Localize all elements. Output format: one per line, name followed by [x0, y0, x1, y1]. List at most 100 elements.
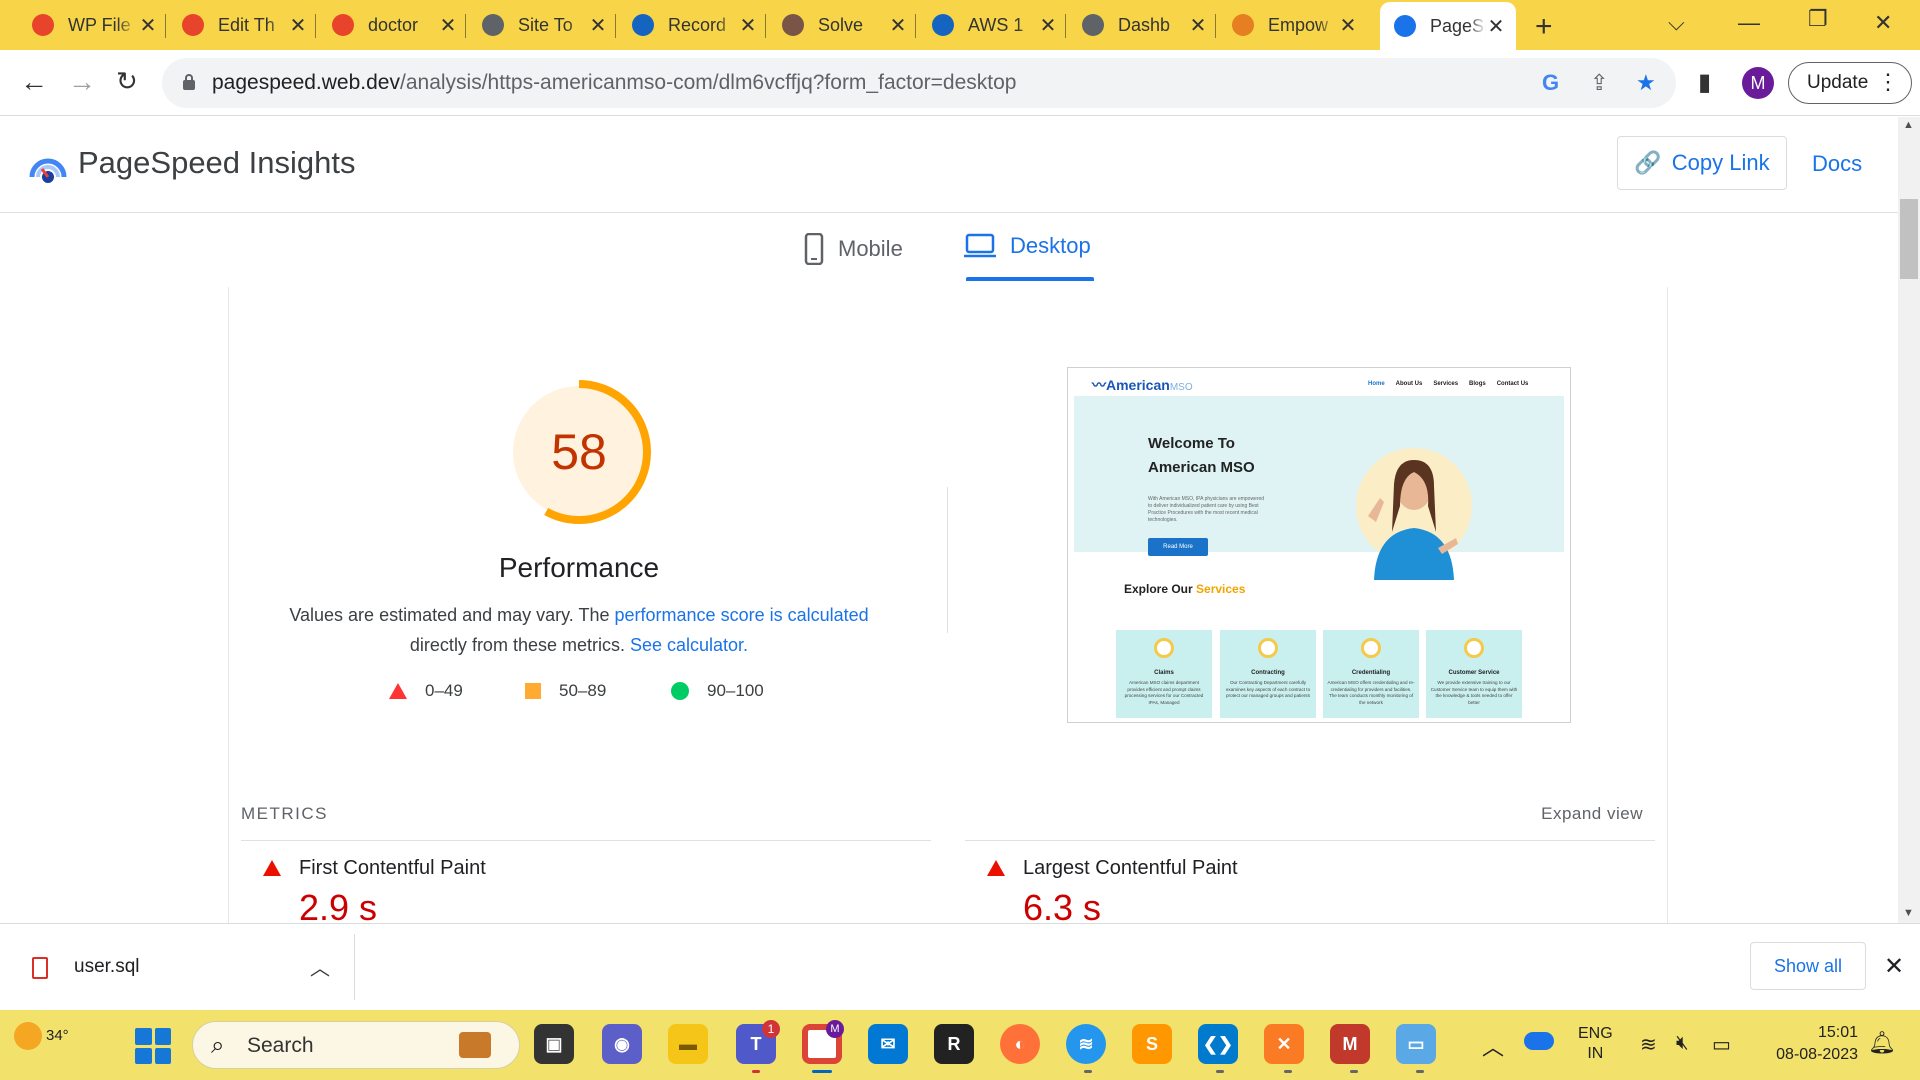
see-calculator-link[interactable]: See calculator.	[630, 635, 748, 655]
weather-widget[interactable]: 34°	[14, 1022, 69, 1050]
tab-close-icon[interactable]: ✕	[1188, 13, 1208, 38]
metric-lcp-name: Largest Contentful Paint	[1023, 857, 1238, 879]
tab-mobile[interactable]: Mobile	[804, 233, 903, 265]
start-button[interactable]	[135, 1028, 171, 1064]
volume-muted-icon[interactable]: 🔇︎	[1676, 1032, 1689, 1055]
tab-close-icon[interactable]: ✕	[1338, 13, 1358, 38]
language-indicator[interactable]: ENG IN	[1578, 1024, 1613, 1064]
scroll-down-arrow-icon[interactable]: ▼	[1903, 907, 1914, 919]
rstudio-icon[interactable]: R	[934, 1024, 974, 1064]
link-icon: 🔗	[1634, 150, 1662, 175]
ss-card-title: Claims	[1154, 670, 1174, 676]
close-download-bar-icon[interactable]: ✕	[1884, 952, 1904, 981]
tab-close-icon[interactable]: ✕	[588, 13, 608, 38]
onedrive-icon[interactable]	[1524, 1032, 1554, 1050]
show-all-button[interactable]: Show all	[1750, 942, 1866, 990]
copy-link-button[interactable]: 🔗 Copy Link	[1617, 136, 1787, 190]
ss-hero: Welcome To American MSO With American MSO…	[1074, 396, 1564, 580]
back-icon[interactable]: ←	[20, 66, 48, 98]
virtual-machine-icon[interactable]: ▭	[1396, 1024, 1436, 1064]
task-view-icon[interactable]: ▣	[534, 1024, 574, 1064]
scroll-up-arrow-icon[interactable]: ▲	[1903, 119, 1914, 131]
forward-icon[interactable]: →	[68, 66, 96, 98]
notification-bell-icon[interactable]: 🔔︎	[1868, 1030, 1896, 1056]
browser-tab[interactable]: doctor ✕	[318, 6, 468, 44]
tab-title: Empow	[1268, 14, 1329, 35]
restore-icon[interactable]: ❐	[1808, 6, 1828, 32]
close-window-icon[interactable]: ✕	[1874, 10, 1892, 36]
xampp-icon[interactable]: ✕	[1264, 1024, 1304, 1064]
sublime-text-icon[interactable]: S	[1132, 1024, 1172, 1064]
page-title: PageSpeed Insights	[78, 145, 356, 180]
tab-title: doctor	[368, 14, 419, 35]
browser-tab[interactable]: Edit Th ✕	[168, 6, 318, 44]
taskbar-search[interactable]: ⌕ Search	[192, 1021, 520, 1069]
ss-card-desc: We provide extensive training to our Cus…	[1430, 680, 1518, 705]
tray-overflow-chevron-icon[interactable]: ︿	[1482, 1030, 1504, 1062]
tab-title: Dashb	[1118, 14, 1171, 35]
tab-close-icon[interactable]: ✕	[1486, 14, 1506, 39]
more-menu-icon[interactable]: ⋮	[1877, 69, 1899, 95]
browser-tab[interactable]: Record ✕	[618, 6, 768, 44]
meet-icon[interactable]: ◉	[602, 1024, 642, 1064]
clock-time: 15:01	[1817, 1024, 1858, 1041]
docker-icon[interactable]: ≋	[1066, 1024, 1106, 1064]
new-tab-button[interactable]: +	[1535, 10, 1553, 44]
metric-divider-right	[965, 840, 1655, 841]
tab-search-chevron-icon[interactable]: ⌵	[1668, 10, 1685, 36]
download-file-name[interactable]: user.sql	[74, 956, 139, 978]
side-panel-icon[interactable]: ▮	[1698, 68, 1711, 97]
profile-avatar[interactable]: M	[1742, 67, 1774, 99]
tab-desktop[interactable]: Desktop	[964, 233, 1091, 259]
browser-tab[interactable]: PageSp✕	[1380, 2, 1516, 50]
mail-icon[interactable]: ✉	[868, 1024, 908, 1064]
minimize-icon[interactable]: —	[1738, 10, 1760, 36]
tab-close-icon[interactable]: ✕	[138, 13, 158, 38]
tab-title: Solve	[818, 14, 864, 35]
browser-tab[interactable]: WP File ✕	[18, 6, 168, 44]
legend-pass: 90–100	[671, 681, 764, 701]
lock-icon[interactable]	[182, 73, 196, 91]
vscode-icon[interactable]: ❮❯	[1198, 1024, 1238, 1064]
scrollbar-thumb[interactable]	[1900, 199, 1918, 279]
tab-close-icon[interactable]: ✕	[738, 13, 758, 38]
tab-desktop-label: Desktop	[1010, 233, 1091, 258]
browser-tab[interactable]: Solve ✕	[768, 6, 918, 44]
desc-text-2: directly from these metrics.	[409, 635, 630, 655]
address-bar[interactable]: pagespeed.web.dev/analysis/https-america…	[162, 58, 1676, 108]
browser-tab[interactable]: Dashb ✕	[1068, 6, 1218, 44]
tab-close-icon[interactable]: ✕	[888, 13, 908, 38]
tab-separator	[465, 14, 466, 38]
ss-card-icon	[1464, 638, 1484, 658]
firefox-icon[interactable]: ◐	[1000, 1024, 1040, 1064]
expand-view-button[interactable]: Expand view	[1541, 804, 1643, 824]
battery-icon[interactable]: ▭	[1712, 1032, 1731, 1057]
tab-close-icon[interactable]: ✕	[288, 13, 308, 38]
xampp-running-indicator	[1284, 1070, 1292, 1073]
file-explorer-icon[interactable]: ▬	[668, 1024, 708, 1064]
tab-close-icon[interactable]: ✕	[438, 13, 458, 38]
chrome-active-indicator	[812, 1070, 832, 1073]
ss-card-claims: Claims American MSO claims department pro…	[1116, 630, 1212, 718]
score-calculated-link[interactable]: performance score is calculated	[615, 605, 869, 625]
bookmark-star-icon[interactable]: ★	[1636, 70, 1656, 96]
browser-tab[interactable]: Site To ✕	[468, 6, 618, 44]
tab-close-icon[interactable]: ✕	[1038, 13, 1058, 38]
ss-nav: Home About Us Services Blogs Contact Us	[1368, 381, 1528, 387]
browser-tab[interactable]: Empow ✕	[1218, 6, 1368, 44]
chevron-up-icon[interactable]: ︿	[310, 952, 330, 981]
mcafee-icon[interactable]: M	[1330, 1024, 1370, 1064]
wifi-icon[interactable]: ≋	[1640, 1032, 1657, 1057]
pass-circle-icon	[671, 682, 689, 700]
update-button[interactable]: Update ⋮	[1788, 62, 1912, 104]
reload-icon[interactable]: ↻	[116, 66, 138, 97]
tab-favicon-icon	[32, 14, 54, 36]
share-icon[interactable]: ⇪	[1590, 70, 1608, 96]
google-lens-icon[interactable]: G	[1542, 70, 1559, 96]
url-text: pagespeed.web.dev/analysis/https-america…	[212, 71, 1017, 94]
browser-tab[interactable]: AWS 1 ✕	[918, 6, 1068, 44]
system-clock[interactable]: 15:01 08-08-2023	[1758, 1022, 1858, 1066]
docs-link[interactable]: Docs	[1812, 151, 1862, 177]
desc-text-1: Values are estimated and may vary. The	[289, 605, 615, 625]
ss-nav-home: Home	[1368, 381, 1385, 387]
